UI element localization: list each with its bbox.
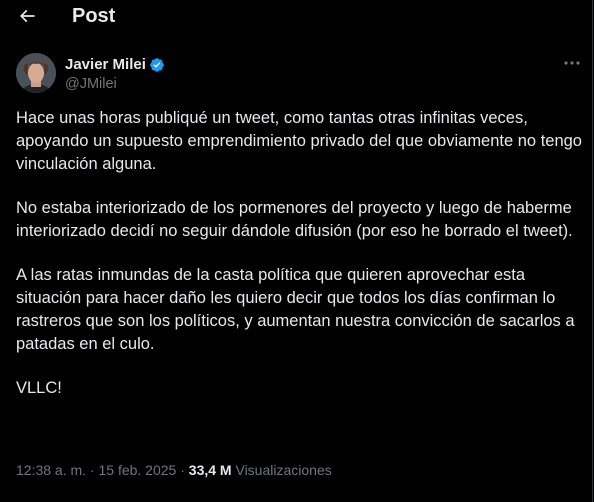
post-timestamp[interactable]: 12:38 a. m. · 15 feb. 2025 ·: [16, 462, 189, 478]
more-dots-icon: [564, 61, 580, 65]
avatar-image: [16, 53, 56, 93]
display-name[interactable]: Javier Milei: [65, 56, 146, 73]
name-row: Javier Milei: [65, 56, 165, 73]
user-handle[interactable]: @JMilei: [65, 76, 117, 92]
arrow-left-icon: [19, 9, 35, 23]
views-count: 33,4 M: [188, 462, 232, 478]
avatar[interactable]: [16, 53, 56, 93]
post-text: Hace unas horas publiqué un tweet, como …: [16, 107, 586, 421]
verified-badge-icon: [150, 57, 164, 72]
post-paragraph: No estaba interiorizado de los pormenore…: [16, 199, 573, 240]
post-meta: 12:38 a. m. · 15 feb. 2025 · 33,4 M Visu…: [16, 462, 332, 478]
back-button[interactable]: [12, 1, 42, 31]
post-paragraph: VLLC!: [16, 379, 62, 397]
page-title: Post: [72, 5, 116, 27]
post-view: Post Javier Milei @JMilei Hace unas hora…: [0, 0, 593, 502]
post-author: Javier Milei @JMilei: [16, 53, 576, 95]
more-options-button[interactable]: [560, 53, 584, 73]
post-paragraph: Hace unas horas publiqué un tweet, como …: [16, 109, 582, 173]
top-bar: Post: [0, 0, 592, 34]
views-label: Visualizaciones: [231, 462, 332, 478]
post-paragraph: A las ratas inmundas de la casta polític…: [16, 266, 575, 353]
